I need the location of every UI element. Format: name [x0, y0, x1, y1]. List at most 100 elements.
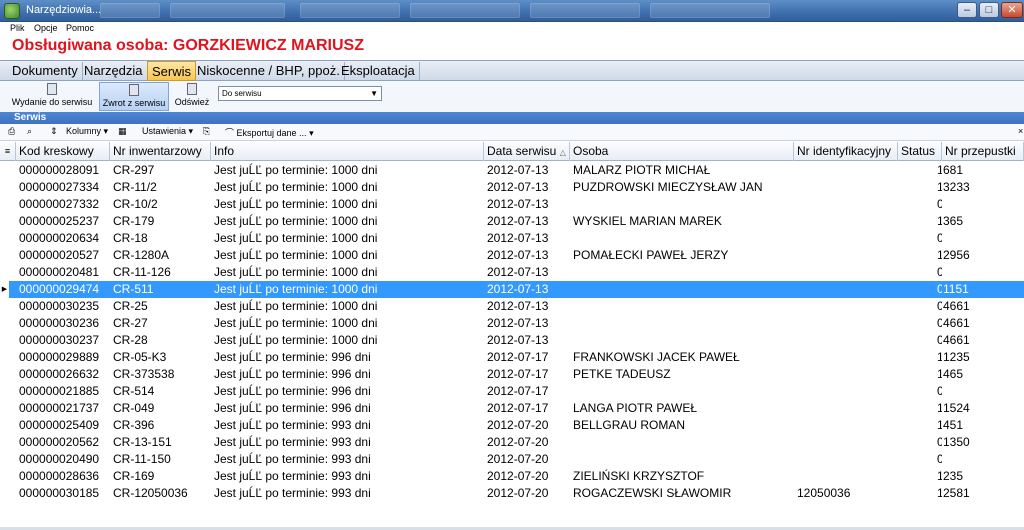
table-row[interactable]: 000000029889 CR-05-K3 Jest juĹĽ po termini…: [0, 349, 1024, 366]
close-button[interactable]: ✕: [1001, 2, 1023, 18]
minimize-button[interactable]: –: [957, 2, 977, 18]
table-row[interactable]: 000000020562 CR-13-151 Jest juĹĽ po termin…: [0, 434, 1024, 451]
menu-item-help[interactable]: Pomoc: [66, 23, 94, 33]
row-selector[interactable]: [0, 247, 9, 264]
row-selector[interactable]: [0, 383, 9, 400]
menu-item-options[interactable]: Opcje: [34, 23, 58, 33]
refresh-button[interactable]: Odśwież: [172, 82, 212, 111]
row-selector-header[interactable]: ≡: [0, 142, 16, 161]
column-header[interactable]: Info: [211, 142, 484, 161]
maximize-button[interactable]: □: [979, 2, 999, 18]
service-date-cell: 2012-07-13: [487, 299, 549, 313]
column-header[interactable]: Kod kreskowy: [16, 142, 110, 161]
print-icon[interactable]: ⎙: [8, 126, 15, 137]
table-row[interactable]: 000000028091 CR-297 Jest juĹĽ po terminie:…: [0, 162, 1024, 179]
table-row[interactable]: 000000020490 CR-11-150 Jest juĹĽ po termin…: [0, 451, 1024, 468]
row-selector[interactable]: [0, 230, 9, 247]
pass-number-cell: 1235: [943, 350, 970, 364]
column-header[interactable]: Nr identyfikacyjny: [794, 142, 898, 161]
document-in-icon: [129, 84, 139, 96]
table-row[interactable]: 000000020527 CR-1280A Jest juĹĽ po termini…: [0, 247, 1024, 264]
row-selector[interactable]: [0, 366, 9, 383]
row-selector[interactable]: [0, 213, 9, 230]
tab-eksploatacja[interactable]: Eksploatacja: [337, 62, 420, 80]
tab-niskocenne[interactable]: Niskocenne / BHP, ppoż.: [193, 62, 345, 80]
barcode-cell: 000000030237: [19, 333, 100, 347]
return-from-service-button[interactable]: Zwrot z serwisu: [99, 82, 169, 111]
row-selector[interactable]: [0, 264, 9, 281]
grid-icon[interactable]: ▦: [118, 126, 127, 137]
menu-item-file[interactable]: Plik: [10, 23, 25, 33]
row-selector[interactable]: [0, 298, 9, 315]
inventory-number-cell: CR-373538: [113, 367, 175, 381]
current-row-arrow-icon[interactable]: ▶: [0, 281, 9, 298]
table-row[interactable]: 000000020481 CR-11-126 Jest juĹĽ po termin…: [0, 264, 1024, 281]
inventory-number-cell: CR-297: [113, 163, 155, 177]
table-row[interactable]: 000000030185 CR-12050036 Jest juĹĽ po term…: [0, 485, 1024, 502]
id-number-cell: [794, 213, 898, 230]
pass-number-cell: 451: [943, 418, 964, 432]
column-header[interactable]: Status: [898, 142, 942, 161]
title-bar[interactable]: Narzędziowia... – □ ✕: [0, 0, 1024, 22]
barcode-cell: 000000027332: [19, 197, 100, 211]
issue-to-service-button[interactable]: Wydanie do serwisu: [8, 82, 96, 111]
service-mode-select[interactable]: Do serwisu ▼: [218, 86, 382, 101]
table-row[interactable]: 000000025237 CR-179 Jest juĹĽ po terminie:…: [0, 213, 1024, 230]
barcode-cell: 000000029474: [19, 282, 100, 296]
print-preview-icon[interactable]: ⎘: [203, 126, 210, 137]
tab-serwis[interactable]: Serwis: [147, 61, 197, 81]
row-selector[interactable]: [0, 332, 9, 349]
service-date-cell: 2012-07-13: [487, 214, 549, 228]
row-selector[interactable]: [0, 468, 9, 485]
column-header[interactable]: Osoba: [570, 142, 794, 161]
table-row[interactable]: 000000021737 CR-049 Jest juĹĽ po terminie:…: [0, 400, 1024, 417]
inventory-number-cell: CR-12050036: [113, 486, 188, 500]
sort-icon[interactable]: ⇕: [50, 126, 58, 137]
inventory-number-cell: CR-13-151: [113, 435, 172, 449]
table-row[interactable]: 000000021885 CR-514 Jest juĹĽ po terminie:…: [0, 383, 1024, 400]
person-cell: ZIELIŃSKI KRZYSZTOF: [573, 469, 705, 483]
row-selector[interactable]: [0, 196, 9, 213]
inventory-number-cell: CR-11-126: [113, 265, 171, 279]
table-row[interactable]: 000000027334 CR-11/2 Jest juĹĽ po terminie…: [0, 179, 1024, 196]
info-cell: Jest juĹĽ po terminie: 993 dni: [214, 452, 371, 466]
row-selector[interactable]: [0, 315, 9, 332]
table-row[interactable]: 000000030237 CR-28 Jest juĹĽ po terminie: …: [0, 332, 1024, 349]
tab-dokumenty[interactable]: Dokumenty: [8, 62, 83, 80]
row-selector[interactable]: [0, 417, 9, 434]
person-cell: [570, 281, 794, 298]
toolbar-overflow-icon[interactable]: ×: [1018, 126, 1023, 136]
search-icon[interactable]: ⌕: [27, 126, 32, 137]
id-number-cell: [794, 230, 898, 247]
table-row[interactable]: 000000030236 CR-27 Jest juĹĽ po terminie: …: [0, 315, 1024, 332]
table-row[interactable]: 000000028636 CR-169 Jest juĹĽ po terminie:…: [0, 468, 1024, 485]
info-cell: Jest juĹĽ po terminie: 1000 dni: [214, 265, 378, 279]
row-selector[interactable]: [0, 485, 9, 502]
column-header[interactable]: Data serwisu △: [484, 142, 570, 161]
row-selector[interactable]: [0, 451, 9, 468]
settings-menu[interactable]: Ustawienia ▾: [142, 126, 193, 137]
columns-menu[interactable]: Kolumny ▾: [66, 126, 108, 137]
column-header[interactable]: Nr inwentarzowy: [110, 142, 211, 161]
refresh-icon: [187, 83, 197, 95]
row-selector[interactable]: [0, 349, 9, 366]
row-selector[interactable]: [0, 400, 9, 417]
info-cell: Jest juĹĽ po terminie: 996 dni: [214, 367, 371, 381]
column-header[interactable]: Nr przepustki: [942, 142, 1024, 161]
table-row[interactable]: 000000025409 CR-396 Jest juĹĽ po terminie:…: [0, 417, 1024, 434]
service-date-cell: 2012-07-20: [487, 452, 549, 466]
barcode-cell: 000000020562: [19, 435, 100, 449]
table-row[interactable]: 000000026632 CR-373538 Jest juĹĽ po termin…: [0, 366, 1024, 383]
row-selector[interactable]: [0, 162, 9, 179]
pass-number-cell: [940, 264, 1024, 281]
tab-narzedzia[interactable]: Narzędzia: [80, 62, 148, 80]
table-row[interactable]: 000000020634 CR-18 Jest juĹĽ po terminie: …: [0, 230, 1024, 247]
row-selector[interactable]: [0, 179, 9, 196]
export-menu[interactable]: ⌒ Eksportuj dane ... ▾: [225, 126, 314, 139]
row-selector[interactable]: [0, 434, 9, 451]
person-cell: LANGA PIOTR PAWEŁ: [573, 401, 698, 415]
table-row[interactable]: 000000027332 CR-10/2 Jest juĹĽ po terminie…: [0, 196, 1024, 213]
table-row[interactable]: 000000030235 CR-25 Jest juĹĽ po terminie: …: [0, 298, 1024, 315]
table-row[interactable]: ▶ 000000029474 CR-511 Jest juĹĽ po terminie…: [0, 281, 1024, 298]
id-number-cell: [794, 298, 898, 315]
